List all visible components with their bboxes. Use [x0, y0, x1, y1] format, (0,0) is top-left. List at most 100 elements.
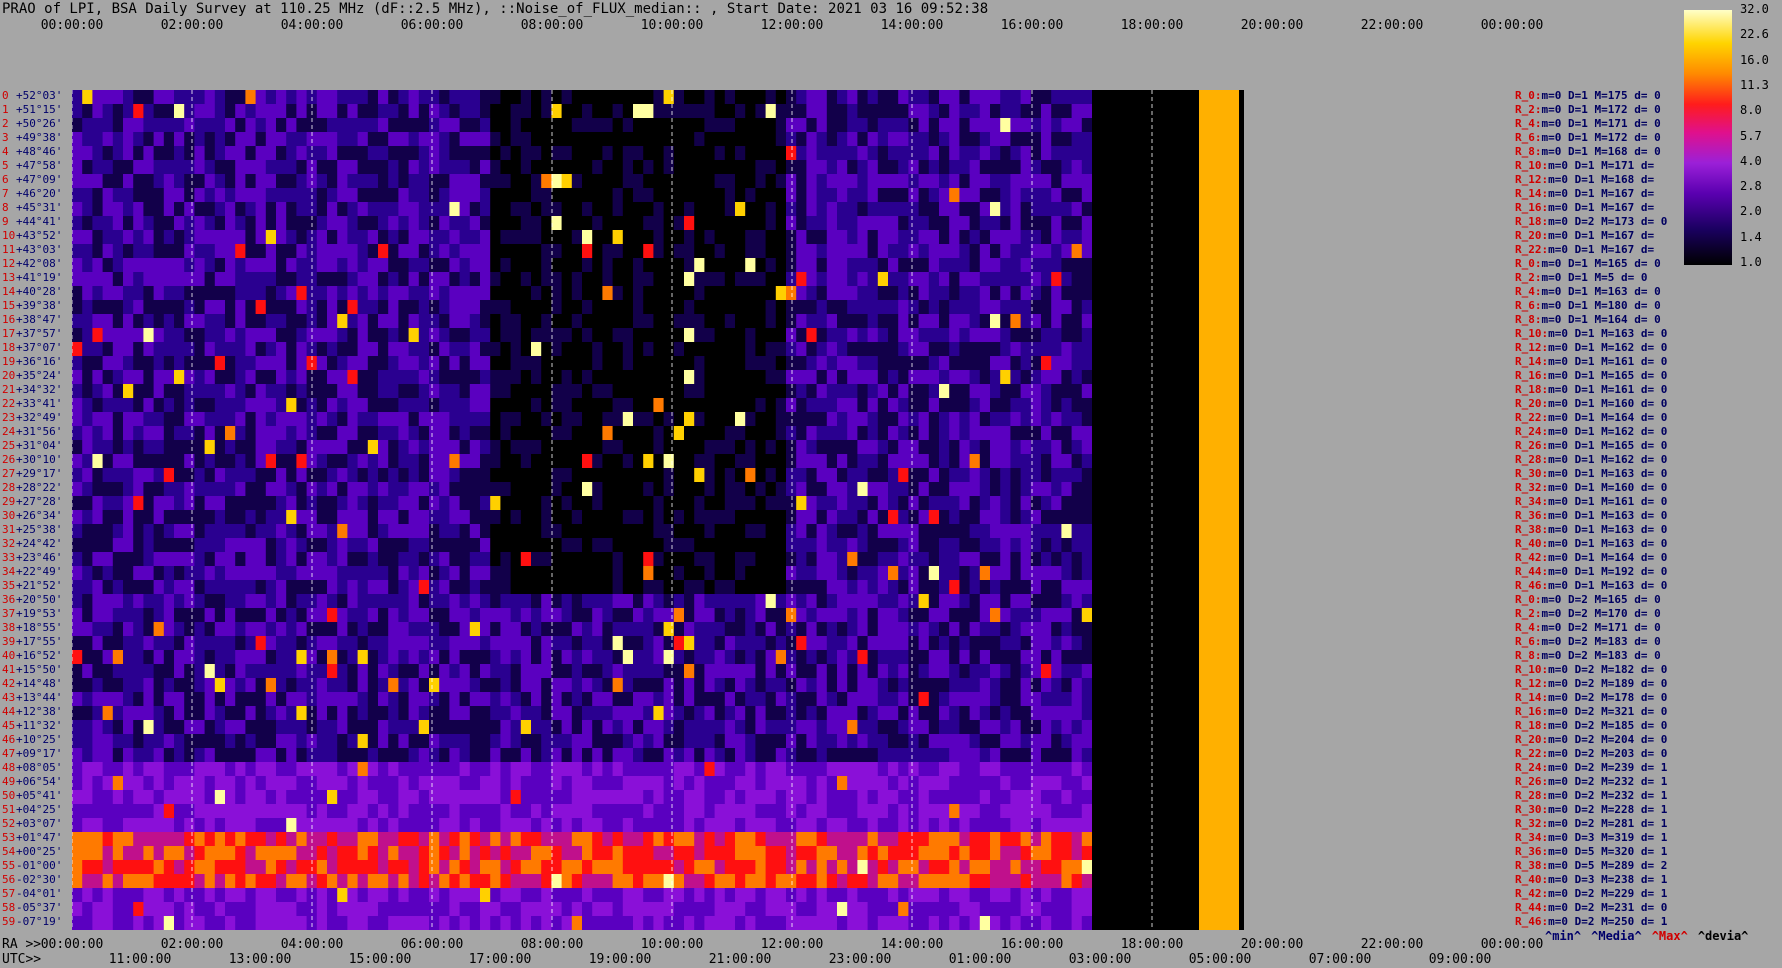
- heatmap-cell: [286, 118, 297, 133]
- heatmap-cell: [276, 650, 287, 665]
- heatmap-cell: [735, 328, 746, 343]
- heatmap-cell: [735, 496, 746, 511]
- heatmap-cell: [531, 258, 542, 273]
- heatmap-cell: [510, 678, 522, 693]
- heatmap-cell: [520, 594, 532, 609]
- heatmap-cell: [908, 622, 920, 637]
- heatmap-cell: [286, 524, 297, 539]
- heatmap-cell: [469, 762, 481, 777]
- heatmap-cell: [796, 216, 807, 231]
- heatmap-cell: [316, 258, 328, 273]
- heatmap-cell: [286, 174, 297, 189]
- heatmap-cell: [602, 384, 614, 399]
- heatmap-cell: [633, 468, 644, 483]
- heatmap-cell: [184, 314, 195, 329]
- heatmap-cell: [990, 174, 1001, 189]
- heatmap-cell: [449, 734, 461, 749]
- heatmap-cell: [1081, 580, 1093, 595]
- heatmap-cell: [1010, 398, 1022, 413]
- heatmap-cell: [429, 174, 440, 189]
- heatmap-cell: [1081, 258, 1093, 273]
- heatmap-cell: [847, 776, 858, 791]
- heatmap-cell: [480, 174, 491, 189]
- heatmap-cell: [939, 496, 950, 511]
- heatmap-cell: [143, 608, 155, 623]
- heatmap-cell: [1010, 342, 1022, 357]
- heatmap-cell: [1051, 104, 1062, 119]
- heatmap-cell: [847, 356, 858, 371]
- heatmap-cell: [612, 510, 624, 525]
- heatmap-cell: [286, 440, 297, 455]
- heatmap-cell: [1051, 216, 1062, 231]
- heatmap-cell: [327, 314, 338, 329]
- heatmap-cell: [663, 622, 675, 637]
- heatmap-cell: [561, 580, 573, 595]
- heatmap-cell: [949, 272, 960, 287]
- heatmap-cell: [755, 636, 767, 651]
- heatmap-cell: [847, 692, 858, 707]
- heatmap-cell: [816, 426, 828, 441]
- heatmap-cell: [704, 650, 716, 665]
- heatmap-cell: [235, 580, 246, 595]
- heatmap-cell: [510, 370, 522, 385]
- heatmap-cell: [531, 118, 542, 133]
- heatmap-cell: [939, 146, 950, 161]
- heatmap-cell: [959, 580, 971, 595]
- heatmap-cell: [378, 384, 389, 399]
- heatmap-cell: [531, 174, 542, 189]
- heatmap-cell: [724, 552, 736, 567]
- heatmap-cell: [571, 426, 583, 441]
- heatmap-cell: [469, 412, 481, 427]
- heatmap-cell: [775, 734, 787, 749]
- heatmap-cell: [786, 580, 797, 595]
- heatmap-cell: [959, 230, 971, 245]
- heatmap-cell: [816, 356, 828, 371]
- heatmap-cell: [225, 776, 236, 791]
- heatmap-cell: [480, 622, 491, 637]
- heatmap-cell: [908, 692, 920, 707]
- heatmap-cell: [786, 748, 797, 763]
- heatmap-cell: [949, 90, 960, 105]
- heatmap-cell: [357, 678, 369, 693]
- heatmap-cell: [939, 678, 950, 693]
- heatmap-cell: [990, 356, 1001, 371]
- heatmap-cell: [286, 692, 297, 707]
- heatmap-cell: [571, 538, 583, 553]
- heatmap-cell: [1071, 636, 1083, 651]
- heatmap-cell: [235, 244, 246, 259]
- heatmap-cell: [500, 146, 512, 161]
- heatmap-cell: [633, 132, 644, 147]
- heatmap-cell: [735, 650, 746, 665]
- heatmap-cell: [602, 272, 614, 287]
- heatmap-cell: [184, 216, 195, 231]
- heatmap-cell: [653, 314, 665, 329]
- heatmap-cell: [214, 132, 226, 147]
- heatmap-cell: [1081, 468, 1093, 483]
- heatmap-cell: [490, 566, 501, 581]
- heatmap-cell: [979, 510, 991, 525]
- heatmap-cell: [602, 482, 614, 497]
- heatmap-cell: [316, 426, 328, 441]
- heatmap-cell: [990, 188, 1001, 203]
- heatmap-cell: [102, 706, 114, 721]
- heatmap-cell: [123, 776, 134, 791]
- heatmap-cell: [877, 132, 889, 147]
- heatmap-cell: [531, 314, 542, 329]
- heatmap-cell: [775, 426, 787, 441]
- heatmap-cell: [684, 328, 695, 343]
- heatmap-cell: [184, 622, 195, 637]
- heatmap-cell: [265, 496, 277, 511]
- heatmap-cell: [745, 496, 756, 511]
- heatmap-cell: [724, 216, 736, 231]
- heatmap-cell: [714, 482, 726, 497]
- heatmap-cell: [775, 720, 787, 735]
- heatmap-cell: [204, 496, 216, 511]
- heatmap-cell: [245, 720, 257, 735]
- heatmap-cell: [826, 510, 838, 525]
- heatmap-cell: [378, 398, 389, 413]
- heatmap-cell: [775, 510, 787, 525]
- heatmap-cell: [102, 776, 114, 791]
- heatmap-cell: [653, 342, 665, 357]
- heatmap-cell: [184, 244, 195, 259]
- heatmap-cell: [1061, 356, 1073, 371]
